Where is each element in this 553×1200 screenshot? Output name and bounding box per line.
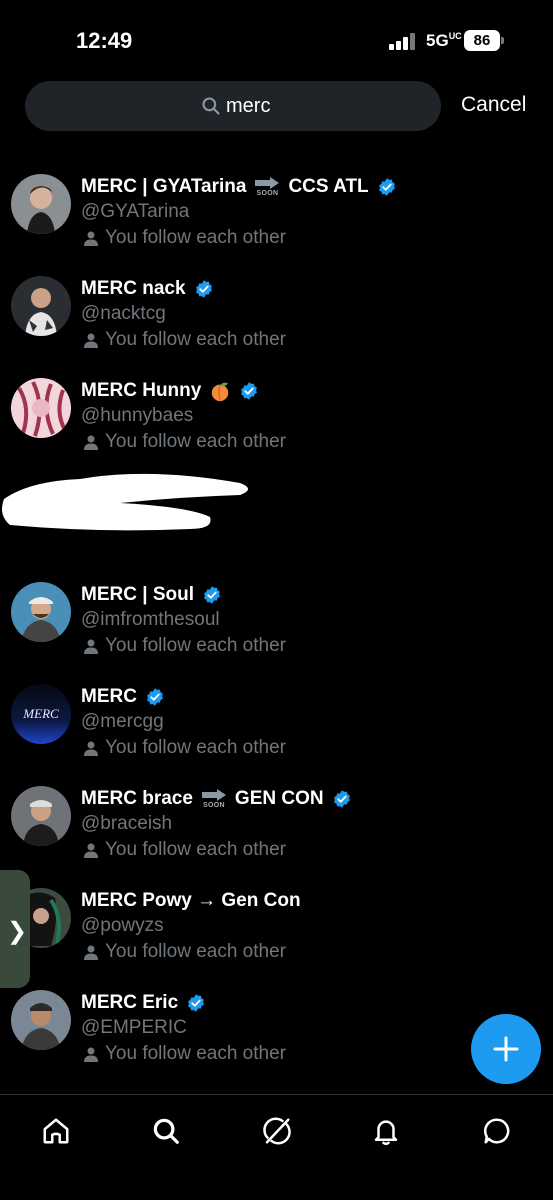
plus-icon	[493, 1036, 519, 1062]
verified-icon	[378, 178, 395, 196]
user-name: MERC | GYATarina SOON CCS ATL	[81, 176, 397, 198]
nav-messages[interactable]	[477, 1111, 517, 1151]
verified-icon	[333, 790, 350, 808]
search-bar[interactable]	[25, 81, 441, 131]
home-icon	[43, 1118, 69, 1144]
user-handle: @EMPERIC	[81, 1017, 187, 1038]
messages-icon	[484, 1118, 510, 1144]
verified-icon	[188, 994, 205, 1012]
user-handle: @GYATarina	[81, 201, 190, 222]
bottom-nav	[0, 1095, 553, 1200]
user-handle: @powyzs	[81, 915, 164, 936]
person-icon	[84, 741, 98, 756]
peach-icon	[212, 382, 229, 402]
signal-icon	[389, 32, 417, 50]
nav-home[interactable]	[36, 1111, 76, 1151]
user-row[interactable]: MERC Hunny @hunnybaes You follow each ot…	[0, 370, 553, 466]
user-handle: @imfromthesoul	[81, 609, 220, 630]
user-name: MERC brace SOON GEN CON	[81, 788, 352, 810]
person-icon	[84, 435, 98, 450]
redaction-scribble	[2, 473, 248, 531]
follow-status: You follow each other	[81, 431, 286, 453]
side-panel-handle[interactable]: ❯	[0, 870, 30, 988]
soon-arrow-icon: SOON	[254, 177, 280, 197]
nav-search[interactable]	[146, 1111, 186, 1151]
battery-tip	[501, 37, 504, 44]
person-icon	[84, 639, 98, 654]
person-icon	[84, 333, 98, 348]
avatar	[11, 786, 71, 846]
compose-button[interactable]	[471, 1014, 541, 1084]
soon-arrow-icon: SOON	[201, 789, 227, 809]
follow-status: You follow each other	[81, 635, 286, 657]
person-icon	[84, 843, 98, 858]
user-handle: @braceish	[81, 813, 173, 834]
avatar	[11, 582, 71, 642]
person-icon	[84, 1047, 98, 1062]
user-name: MERC Powy → Gen Con	[81, 890, 301, 911]
follow-status: You follow each other	[81, 839, 286, 861]
avatar	[11, 990, 71, 1050]
avatar	[11, 174, 71, 234]
user-name: MERC	[81, 686, 165, 708]
notifications-icon	[374, 1120, 398, 1146]
user-name: MERC | Soul	[81, 584, 222, 606]
user-row[interactable]: MERC Eric @EMPERIC You follow each other	[0, 982, 553, 1078]
user-name: MERC Eric	[81, 992, 206, 1014]
svg-text:MERC: MERC	[22, 706, 59, 721]
chevron-right-icon: ❯	[7, 918, 28, 945]
verified-icon	[241, 382, 258, 400]
grok-icon	[263, 1117, 291, 1145]
avatar	[11, 378, 71, 438]
follow-status: You follow each other	[81, 227, 286, 249]
user-name: MERC Hunny	[81, 380, 259, 402]
verified-icon	[147, 688, 163, 706]
user-handle: @nacktcg	[81, 303, 166, 324]
user-handle: @mercgg	[81, 711, 164, 732]
user-row[interactable]: MERC Powy → Gen Con @powyzs You follow e…	[0, 880, 553, 976]
follow-status: You follow each other	[81, 737, 286, 759]
search-icon	[202, 97, 220, 115]
person-icon	[84, 945, 98, 960]
avatar	[11, 276, 71, 336]
nav-notifications[interactable]	[366, 1111, 406, 1151]
user-row[interactable]: MERC MERC @mercgg You follow each other	[0, 676, 553, 772]
follow-status: You follow each other	[81, 329, 286, 351]
battery-icon: 86	[464, 30, 500, 51]
avatar: MERC	[11, 684, 71, 744]
user-name: MERC nack	[81, 278, 214, 300]
user-row[interactable]: MERC nack @nacktcg You follow each other	[0, 268, 553, 364]
follow-status: You follow each other	[81, 941, 286, 963]
user-row[interactable]: MERC brace SOON GEN CON @braceish You fo…	[0, 778, 553, 874]
person-icon	[84, 231, 98, 246]
status-time: 12:49	[76, 28, 133, 53]
status-bar: 12:49 5GUC 86	[0, 0, 553, 80]
verified-icon	[204, 586, 220, 604]
cancel-button[interactable]: Cancel	[461, 93, 526, 117]
network-label: 5GUC	[426, 31, 462, 50]
search-input[interactable]	[226, 93, 406, 119]
nav-grok[interactable]	[257, 1111, 297, 1151]
verified-icon	[195, 280, 212, 298]
user-row[interactable]: MERC | GYATarina SOON CCS ATL @GYATarina…	[0, 166, 553, 262]
user-handle: @hunnybaes	[81, 405, 194, 426]
follow-status: You follow each other	[81, 1043, 286, 1065]
user-row[interactable]: MERC | Soul @imfromthesoul You follow ea…	[0, 574, 553, 670]
search-icon	[153, 1118, 179, 1144]
